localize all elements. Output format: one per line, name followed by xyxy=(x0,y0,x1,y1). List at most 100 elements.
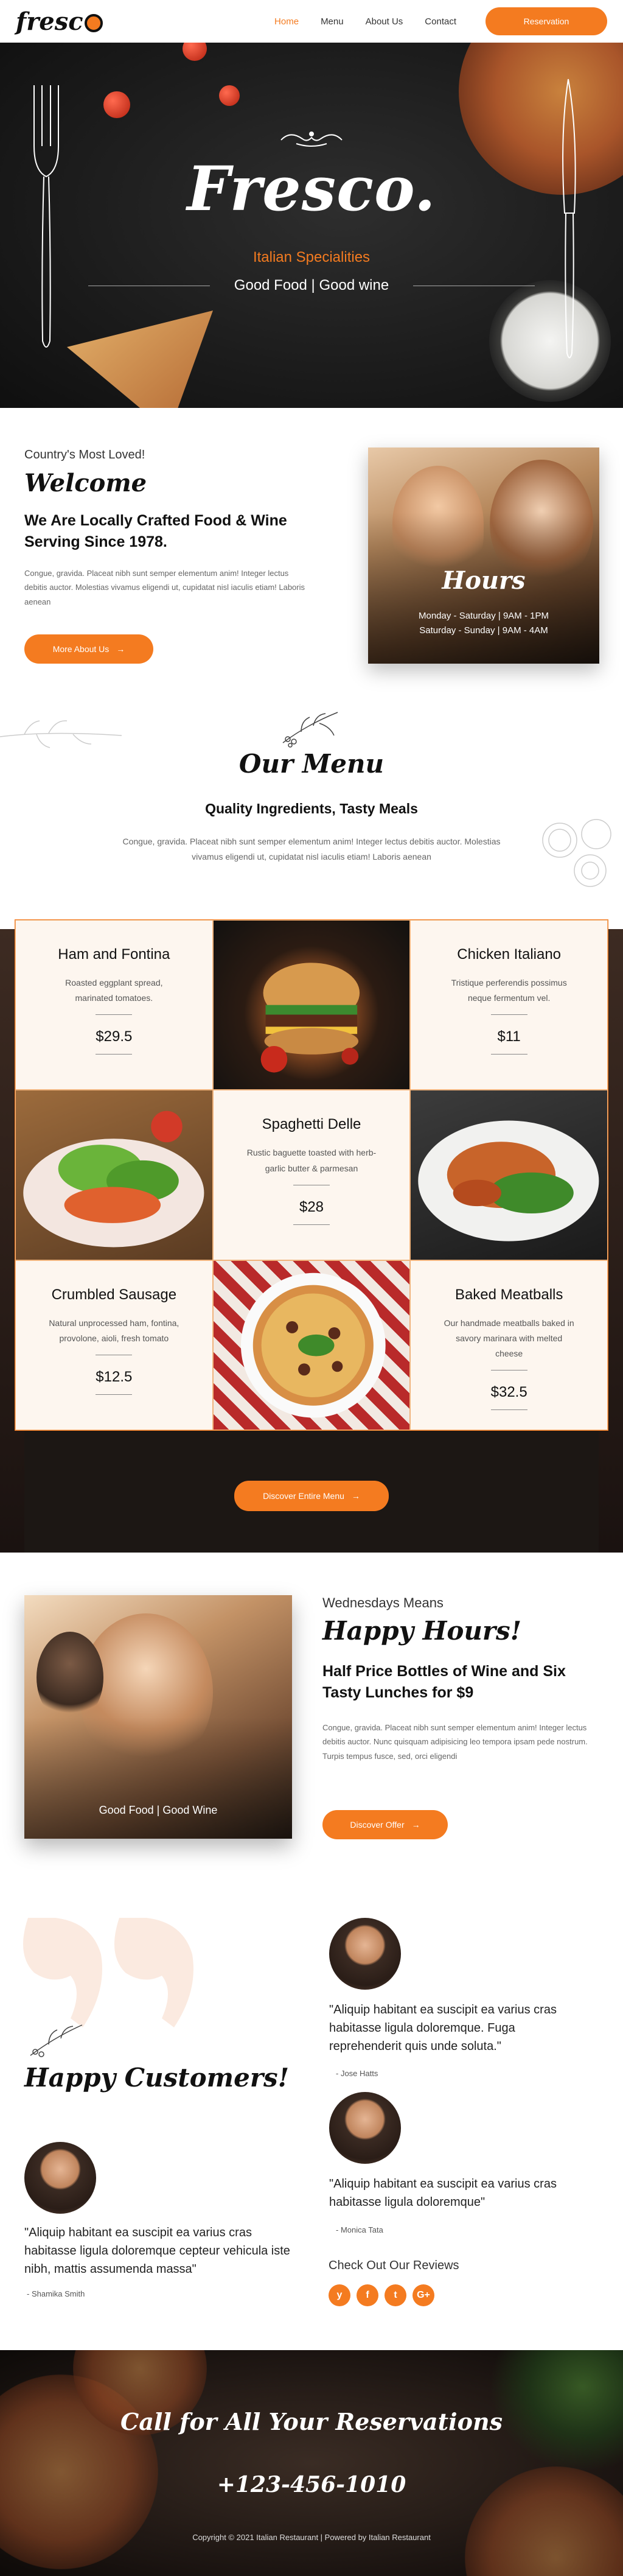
menu-item-desc: Our handmade meatballs baked in savory m… xyxy=(444,1318,574,1359)
hero-tagline-row: Good Food | Good wine xyxy=(0,277,623,294)
welcome-eyebrow: Country's Most Loved! xyxy=(24,448,145,462)
ornament-icon xyxy=(280,132,343,147)
menu-item-desc: Tristique perferendis possimus neque fer… xyxy=(451,978,567,1003)
social-links: y f t G+ xyxy=(329,2284,434,2306)
menu-intro-section: Our Menu Quality Ingredients, Tasty Meal… xyxy=(0,706,623,919)
hero-bowl-image xyxy=(489,280,611,402)
menu-headline: Quality Ingredients, Tasty Meals xyxy=(205,801,418,816)
footer-title: Call for All Your Reservations xyxy=(120,2408,503,2435)
divider xyxy=(293,1224,330,1225)
pizza-photo xyxy=(212,1260,411,1430)
menu-section: Ham and Fontina Roasted eggplant spread,… xyxy=(0,919,623,1553)
nav-link-menu[interactable]: Menu xyxy=(321,16,344,27)
footer-phone[interactable]: +123-456-1010 xyxy=(0,2472,623,2497)
menu-card[interactable]: Baked Meatballs Our handmade meatballs b… xyxy=(410,1260,608,1430)
testimonial-author: - Jose Hatts xyxy=(336,2069,378,2078)
discover-menu-button[interactable]: Discover Entire Menu → xyxy=(234,1481,389,1511)
hours-card: Hours Monday - Saturday | 9AM - 1PM Satu… xyxy=(368,447,599,664)
top-nav: fresc Home Menu About Us Contact Reserva… xyxy=(0,0,623,43)
menu-item-price: $11 xyxy=(497,1028,521,1045)
facebook-icon[interactable]: f xyxy=(357,2284,378,2306)
menu-grid: Ham and Fontina Roasted eggplant spread,… xyxy=(15,919,608,1431)
happy-body: Congue, gravida. Placeat nibh sunt sempe… xyxy=(322,1723,588,1761)
google-plus-icon[interactable]: G+ xyxy=(412,2284,434,2306)
menu-item-desc: Rustic baguette toasted with herb-garlic… xyxy=(246,1148,377,1173)
hours-line: Saturday - Sunday | 9AM - 4AM xyxy=(419,625,548,636)
tomato-image xyxy=(103,91,130,118)
button-label: More About Us xyxy=(52,644,110,654)
avatar xyxy=(24,2142,96,2214)
divider xyxy=(96,1054,133,1055)
logo-text: fresc xyxy=(16,7,83,36)
menu-card[interactable]: Crumbled Sausage Natural unprocessed ham… xyxy=(15,1260,213,1430)
divider xyxy=(490,1014,527,1016)
salad-illustration xyxy=(23,1111,204,1248)
arrow-right-icon: → xyxy=(116,644,125,654)
more-about-us-button[interactable]: More About Us → xyxy=(24,634,153,664)
nav-link-contact[interactable]: Contact xyxy=(425,16,456,27)
divider xyxy=(490,1054,527,1055)
menu-item-name: Crumbled Sausage xyxy=(51,1286,177,1303)
menu-item-desc: Roasted eggplant spread, marinated tomat… xyxy=(65,978,163,1003)
reservation-button[interactable]: Reservation xyxy=(486,7,607,35)
menu-item-price: $12.5 xyxy=(96,1369,133,1386)
twitter-icon[interactable]: t xyxy=(385,2284,406,2306)
happy-headline: Half Price Bottles of Wine and Six Tasty… xyxy=(322,1663,566,1701)
tomato-image xyxy=(219,85,240,106)
testimonial-quote: "Aliquip habitant ea suscipit ea varius … xyxy=(329,2177,557,2209)
menu-item-name: Spaghetti Delle xyxy=(262,1116,361,1133)
discover-offer-button[interactable]: Discover Offer → xyxy=(322,1810,448,1839)
testimonials-title: Happy Customers! xyxy=(24,2063,290,2093)
testimonials-section: Happy Customers! "Aliquip habitant ea su… xyxy=(0,1893,623,2350)
menu-item-price: $28 xyxy=(299,1198,324,1215)
nav-link-home[interactable]: Home xyxy=(274,16,299,27)
photo-shade xyxy=(24,1595,292,1839)
welcome-title: Welcome xyxy=(24,469,147,497)
divider xyxy=(96,1394,133,1395)
menu-item-name: Ham and Fontina xyxy=(58,946,170,963)
footer-copyright: Copyright © 2021 Italian Restaurant | Po… xyxy=(192,2533,431,2542)
hero-subtitle: Italian Specialities xyxy=(252,249,371,265)
hours-title: Hours xyxy=(442,566,526,595)
menu-item-desc: Natural unprocessed ham, fontina, provol… xyxy=(49,1318,179,1343)
hero-content: Fresco. Italian Specialities Good Food |… xyxy=(0,128,623,294)
arrow-right-icon: → xyxy=(411,1820,420,1830)
hero-title: Fresco. xyxy=(187,153,436,225)
happy-eyebrow: Wednesdays Means xyxy=(322,1595,444,1610)
yelp-icon[interactable]: y xyxy=(329,2284,350,2306)
chicken-illustration xyxy=(418,1120,599,1241)
hours-line: Monday - Saturday | 9AM - 1PM xyxy=(419,611,549,621)
arrow-right-icon: → xyxy=(351,1491,360,1501)
footer: Call for All Your Reservations +123-456-… xyxy=(0,2350,623,2576)
nav-link-about[interactable]: About Us xyxy=(366,16,403,27)
button-label: Discover Offer xyxy=(350,1820,405,1830)
menu-card[interactable]: Ham and Fontina Roasted eggplant spread,… xyxy=(15,920,213,1090)
divider xyxy=(96,1014,133,1016)
testimonial-author: - Shamika Smith xyxy=(27,2289,85,2298)
avatar xyxy=(329,2092,401,2164)
testimonial-quote: "Aliquip habitant ea suscipit ea varius … xyxy=(329,2003,557,2053)
menu-body: Congue, gravida. Placeat nibh sunt sempe… xyxy=(122,837,501,862)
check-reviews-label: Check Out Our Reviews xyxy=(329,2259,459,2272)
tomato-image xyxy=(183,43,207,61)
happy-hours-photo: Good Food | Good Wine xyxy=(24,1595,292,1839)
menu-card[interactable]: Spaghetti Delle Rustic baguette toasted … xyxy=(212,1090,411,1260)
citrus-decoration-icon xyxy=(542,819,611,887)
avatar xyxy=(329,1918,401,1990)
welcome-body: Congue, gravida. Placeat nibh sunt sempe… xyxy=(24,569,305,606)
hero: Fresco. Italian Specialities Good Food |… xyxy=(0,43,623,408)
photo-caption: Good Food | Good Wine xyxy=(99,1804,218,1816)
menu-card[interactable]: Chicken Italiano Tristique perferendis p… xyxy=(410,920,608,1090)
menu-item-name: Chicken Italiano xyxy=(457,946,562,963)
menu-item-price: $32.5 xyxy=(490,1384,527,1401)
nav-links: Home Menu About Us Contact xyxy=(274,16,456,27)
happy-title: Happy Hours! xyxy=(322,1616,522,1646)
menu-title: Our Menu xyxy=(238,749,385,779)
salad-photo xyxy=(15,1090,213,1260)
chicken-photo xyxy=(410,1090,608,1260)
happy-hours-section: Good Food | Good Wine Wednesdays Means H… xyxy=(0,1553,623,1893)
branch-ornament-icon xyxy=(30,2024,83,2057)
logo[interactable]: fresc xyxy=(16,7,103,36)
divider xyxy=(490,1409,527,1411)
logo-orange-icon xyxy=(84,14,103,32)
